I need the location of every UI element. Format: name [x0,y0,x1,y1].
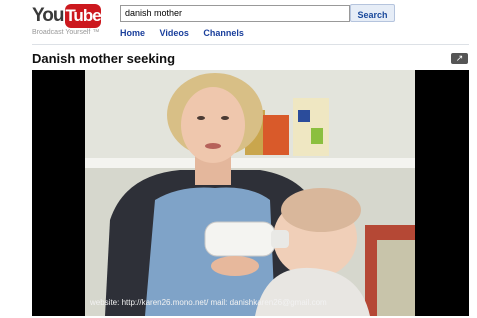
youtube-logo[interactable]: You Tube Broadcast Yourself ™ [32,2,102,40]
video-caption: website: http://karen26.mono.net/ mail: … [90,298,327,307]
expand-arrow-icon[interactable]: ↗ [451,53,468,64]
logo-tagline: Broadcast Yourself ™ [32,29,100,36]
search-input[interactable] [120,5,350,22]
video-frame-image [85,70,415,316]
search-button[interactable]: Search [350,4,395,22]
logo-you-text: You [32,5,65,26]
nav-home[interactable]: Home [120,28,145,38]
video-player[interactable]: website: http://karen26.mono.net/ mail: … [32,70,469,316]
main-nav: Home Videos Channels [120,28,256,38]
nav-videos[interactable]: Videos [160,28,189,38]
logo-tube-text: Tube [65,4,102,28]
video-frame [85,70,415,316]
video-title: Danish mother seeking [32,51,176,66]
header-divider [32,44,469,45]
nav-channels[interactable]: Channels [203,28,244,38]
